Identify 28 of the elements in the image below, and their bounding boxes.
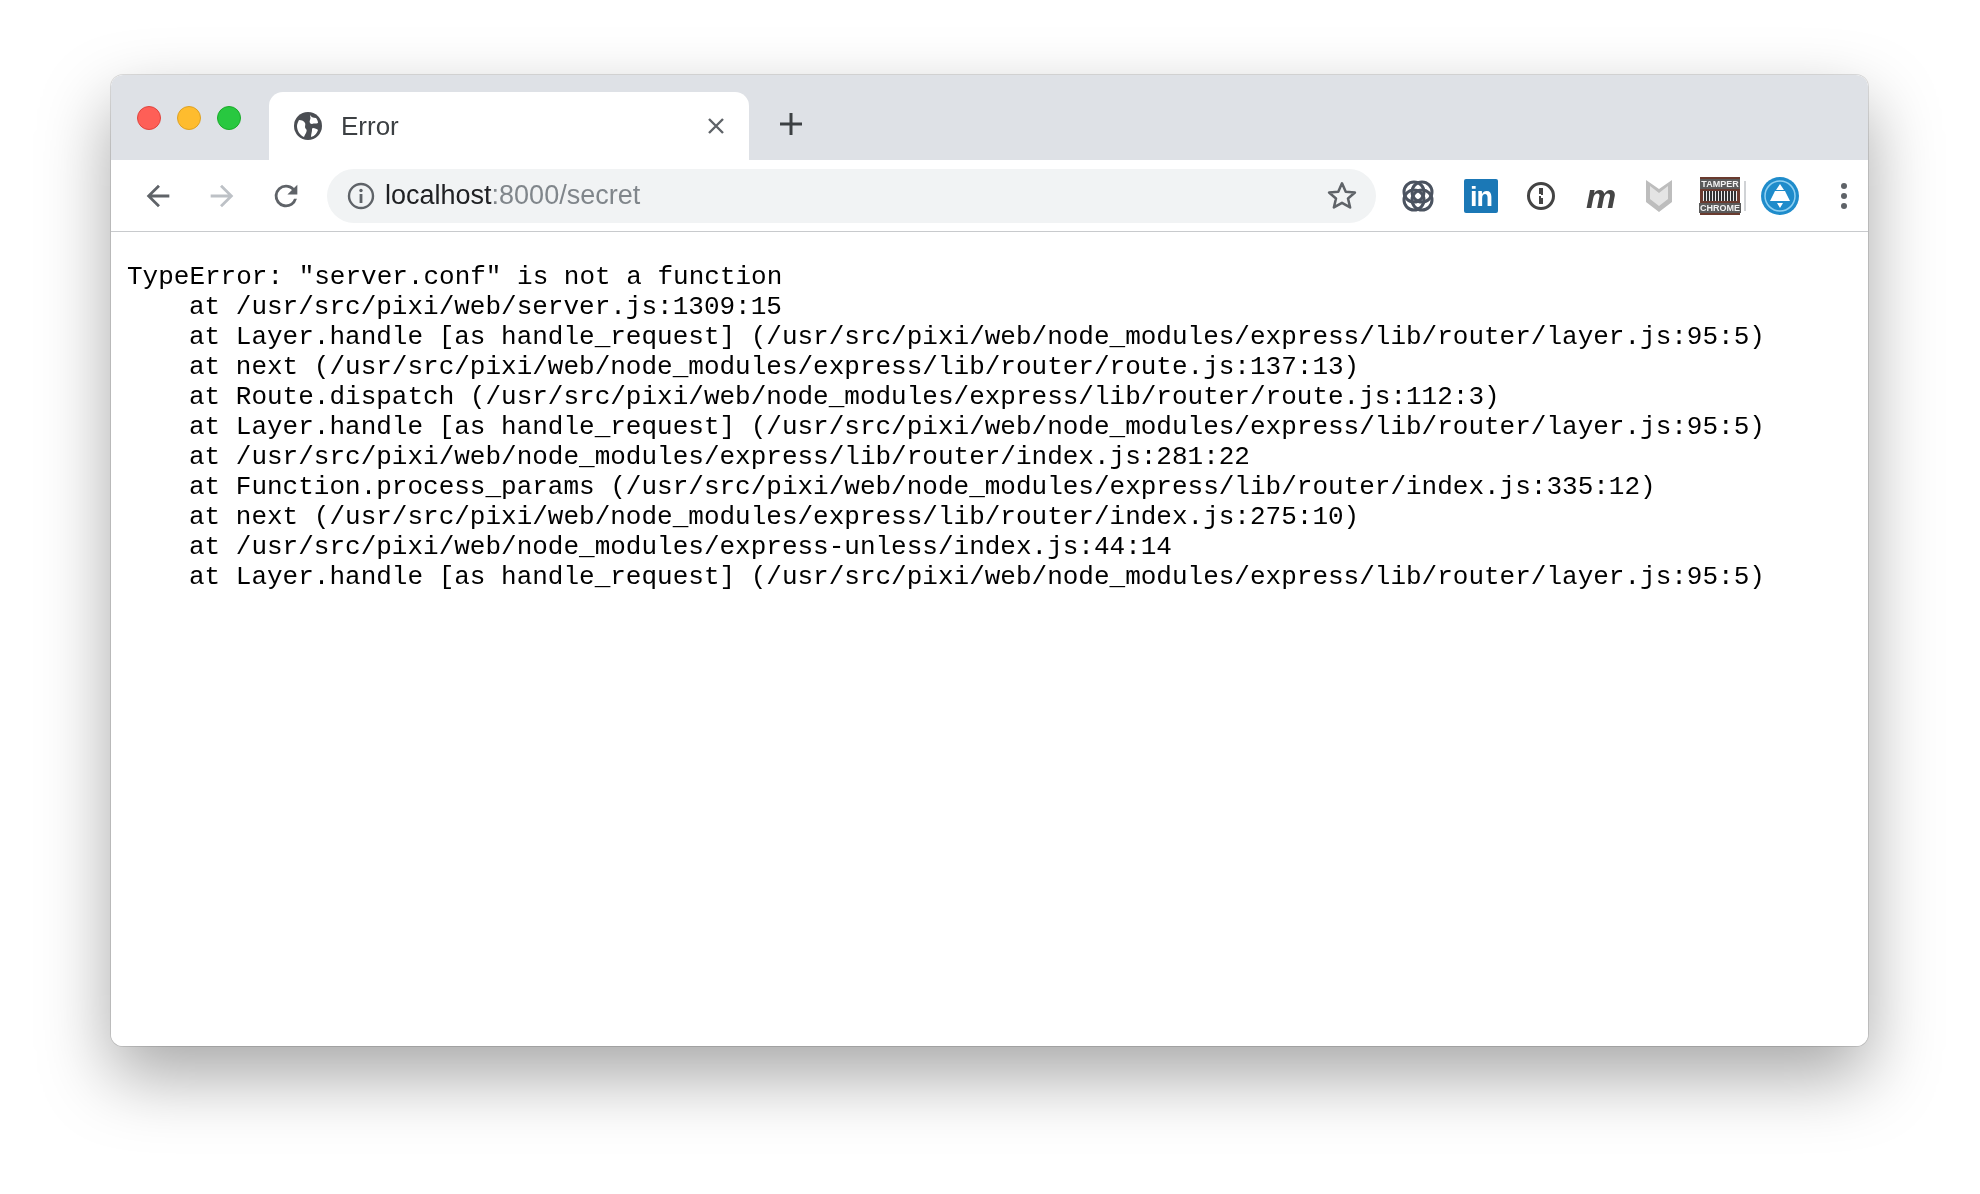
- keyhole-icon[interactable]: [1526, 180, 1556, 211]
- stack-trace-line: at next (/usr/src/pixi/web/node_modules/express/lib/router/index.js:275:10): [188, 502, 1361, 532]
- close-icon: [707, 117, 725, 135]
- avatar-icon: [1760, 175, 1800, 216]
- browser-tab[interactable]: Error: [269, 92, 749, 160]
- close-button[interactable]: [137, 105, 161, 130]
- address-bar[interactable]: localhost:8000/secret: [327, 168, 1376, 223]
- error-message: TypeError: "server.conf" is not a function: [127, 262, 784, 292]
- stack-trace-line: at next (/usr/src/pixi/web/node_modules/express/lib/router/route.js:137:13): [188, 352, 1361, 382]
- info-icon[interactable]: [347, 181, 375, 210]
- extension-button[interactable]: m: [1584, 178, 1618, 213]
- stack-trace-line: at Layer.handle [as handle_request] (/usr/src/pixi/web/node_modules/express/lib/router/layer.js:95:5): [188, 412, 1766, 442]
- stack-trace-line: at /usr/src/pixi/web/node_modules/express-unless/index.js:44:14: [188, 532, 1173, 562]
- stack-trace-line: at Function.process_params (/usr/src/pixi/web/node_modules/express/lib/router/index.js:335:12): [188, 472, 1657, 502]
- stack-trace-line: at Route.dispatch (/usr/src/pixi/web/node_modules/express/lib/router/route.js:112:3): [188, 382, 1501, 412]
- plus-icon: [779, 112, 803, 136]
- extension-button[interactable]: in: [1464, 178, 1498, 213]
- tab-title: Error: [341, 110, 400, 142]
- extension-button[interactable]: TAMPER CHROME: [1700, 176, 1740, 215]
- url-text: localhost:8000/secret: [385, 180, 642, 211]
- stack-trace-line: at /usr/src/pixi/web/server.js:1309:15: [188, 292, 783, 322]
- stack-trace-line: at /usr/src/pixi/web/node_modules/express/lib/router/index.js:281:22: [188, 442, 1251, 472]
- stack-trace-line: at Layer.handle [as handle_request] (/usr/src/pixi/web/node_modules/express/lib/router/layer.js:95:5): [188, 562, 1766, 592]
- menu-icon: [1840, 181, 1848, 210]
- globe-icon: [293, 111, 323, 141]
- star-icon: [1326, 179, 1358, 212]
- avatar-button[interactable]: [1760, 175, 1800, 216]
- stack-trace-line: at Layer.handle [as handle_request] (/usr/src/pixi/web/node_modules/express/lib/router/layer.js:95:5): [188, 322, 1766, 352]
